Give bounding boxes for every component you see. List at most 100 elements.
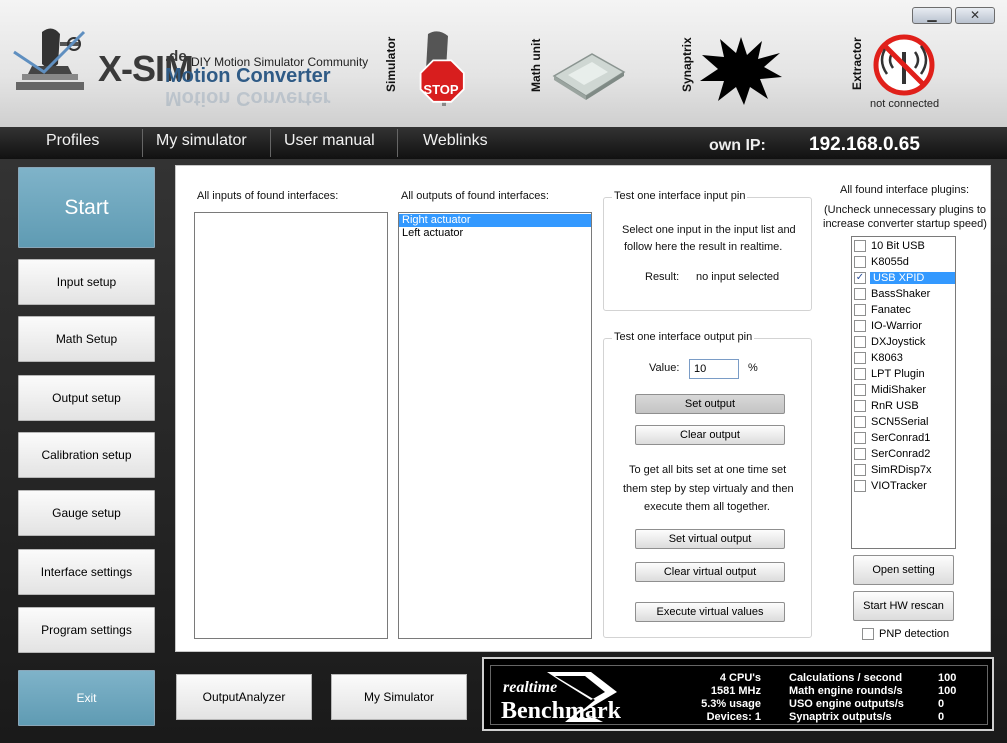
checkbox[interactable] [854,240,866,252]
plugin-k8063[interactable]: K8063 [852,350,955,366]
plugin-label: IO-Warrior [871,320,922,332]
plugin-scn5serial[interactable]: SCN5Serial [852,414,955,430]
plugin-usb-xpid[interactable]: ✓ USB XPID [852,270,955,286]
plugin-serconrad2[interactable]: SerConrad2 [852,446,955,462]
nav-profiles[interactable]: Profiles [46,132,99,150]
logo-product: Motion Converter [165,65,331,87]
nav-my-simulator[interactable]: My simulator [156,132,247,150]
checkbox[interactable] [854,480,866,492]
checkbox[interactable] [854,432,866,444]
plugin-midishaker[interactable]: MidiShaker [852,382,955,398]
outputs-listbox[interactable]: Right actuator Left actuator [398,212,592,639]
plugin-rnr-usb[interactable]: RnR USB [852,398,955,414]
gauge-setup-button[interactable]: Gauge setup [18,490,155,536]
plugin-dxjoystick[interactable]: DXJoystick [852,334,955,350]
clear-output-button[interactable]: Clear output [635,425,785,445]
checkbox[interactable] [854,400,866,412]
stop-sign-icon[interactable]: STOP [408,28,478,110]
checkbox[interactable] [854,368,866,380]
plugin-bassshaker[interactable]: BassShaker [852,286,955,302]
plugin-io-warrior[interactable]: IO-Warrior [852,318,955,334]
value-unit: % [748,362,758,374]
exit-button[interactable]: Exit [18,670,155,726]
set-virtual-output-button[interactable]: Set virtual output [635,529,785,549]
chip-icon[interactable] [548,50,628,102]
simulator-label: Simulator [384,36,398,92]
realtime-benchmark-panel: realtime Benchmark 4 CPU's 1581 MHz 5.3%… [482,657,994,731]
plugin-serconrad1[interactable]: SerConrad1 [852,430,955,446]
inputs-list-label: All inputs of found interfaces: [197,190,339,202]
output-analyzer-button[interactable]: OutputAnalyzer [176,674,312,720]
execute-virtual-values-button[interactable]: Execute virtual values [635,602,785,622]
pnp-detection-checkbox[interactable]: PNP detection [860,626,950,642]
cpu-count: 4 CPU's [719,672,761,684]
benchmark-logo-line2: Benchmark [501,698,622,724]
benchmark-system-info: 4 CPU's 1581 MHz 5.3% usage Devices: 1 [687,672,761,724]
checkbox[interactable] [854,464,866,476]
math-setup-button[interactable]: Math Setup [18,316,155,362]
nav-user-manual[interactable]: User manual [284,132,375,150]
metric-label: Calculations / second [789,672,903,684]
clear-virtual-output-button[interactable]: Clear virtual output [635,562,785,582]
plugin-fanatec[interactable]: Fanatec [852,302,955,318]
plugins-listbox[interactable]: 10 Bit USB K8055d ✓ USB XPID BassShaker F… [851,236,956,549]
output-item-left-actuator[interactable]: Left actuator [399,227,591,240]
no-signal-icon[interactable] [871,32,937,98]
plugin-viotracker[interactable]: VIOTracker [852,478,955,494]
xsim-logo: X-SIM .de DIY Motion Simulator Community… [8,18,378,114]
checkbox[interactable] [854,352,866,364]
benchmark-logo: realtime Benchmark [501,672,622,724]
open-setting-button[interactable]: Open setting [853,555,954,585]
nav-separator [397,129,398,157]
plugin-simrdisp7x[interactable]: SimRDisp7x [852,462,955,478]
plugin-label: K8063 [871,352,903,364]
input-test-desc-1: Select one input in the input list and [622,224,796,236]
plugin-label: SimRDisp7x [871,464,932,476]
checkbox[interactable] [854,304,866,316]
benchmark-metric-labels: Calculations / second Math engine rounds… [789,672,904,724]
checkbox[interactable] [854,448,866,460]
cpu-usage: 5.3% usage [701,698,761,710]
checkbox[interactable] [854,416,866,428]
checkbox[interactable] [854,336,866,348]
inputs-listbox[interactable] [194,212,388,639]
calibration-setup-button[interactable]: Calibration setup [18,432,155,478]
plugin-label: LPT Plugin [871,368,925,380]
extractor-status: not connected [870,98,940,110]
checkbox[interactable] [854,320,866,332]
checkbox[interactable] [862,628,874,640]
math-unit-label: Math unit [529,38,543,92]
program-settings-button[interactable]: Program settings [18,607,155,653]
plugin-label: K8055d [871,256,909,268]
input-setup-button[interactable]: Input setup [18,259,155,305]
plugin-lpt-plugin[interactable]: LPT Plugin [852,366,955,382]
plugin-label: SCN5Serial [871,416,929,428]
my-simulator-button[interactable]: My Simulator [331,674,467,720]
plugin-10-bit-usb[interactable]: 10 Bit USB [852,238,955,254]
close-button[interactable]: ✕ [955,7,995,24]
minimize-button[interactable]: ▁ [912,7,952,24]
input-test-desc-2: follow here the result in realtime. [624,241,783,253]
plugin-label: RnR USB [871,400,919,412]
output-test-desc-2: them step by step virtualy and then [623,483,794,495]
checkbox-checked[interactable]: ✓ [854,272,866,284]
start-button[interactable]: Start [18,167,155,248]
checkbox[interactable] [854,288,866,300]
set-output-button[interactable]: Set output [635,394,785,414]
checkbox[interactable] [854,256,866,268]
output-setup-button[interactable]: Output setup [18,375,155,421]
extractor-label: Extractor [850,37,864,90]
input-test-group: Test one interface input pin [603,190,812,311]
interface-settings-button[interactable]: Interface settings [18,549,155,595]
starburst-icon[interactable] [698,35,784,105]
start-hw-rescan-button[interactable]: Start HW rescan [853,591,954,621]
checkbox[interactable] [854,384,866,396]
output-value-input[interactable] [689,359,739,379]
app-header: ▁ ✕ X-SIM .de DIY Motion Simulator Commu… [0,0,1007,127]
benchmark-metric-values: 100 100 0 0 [938,672,956,724]
nav-weblinks[interactable]: Weblinks [423,132,488,150]
output-item-right-actuator[interactable]: Right actuator [399,214,591,227]
plugin-label: Fanatec [871,304,911,316]
plugin-k8055d[interactable]: K8055d [852,254,955,270]
result-value: no input selected [696,271,780,283]
